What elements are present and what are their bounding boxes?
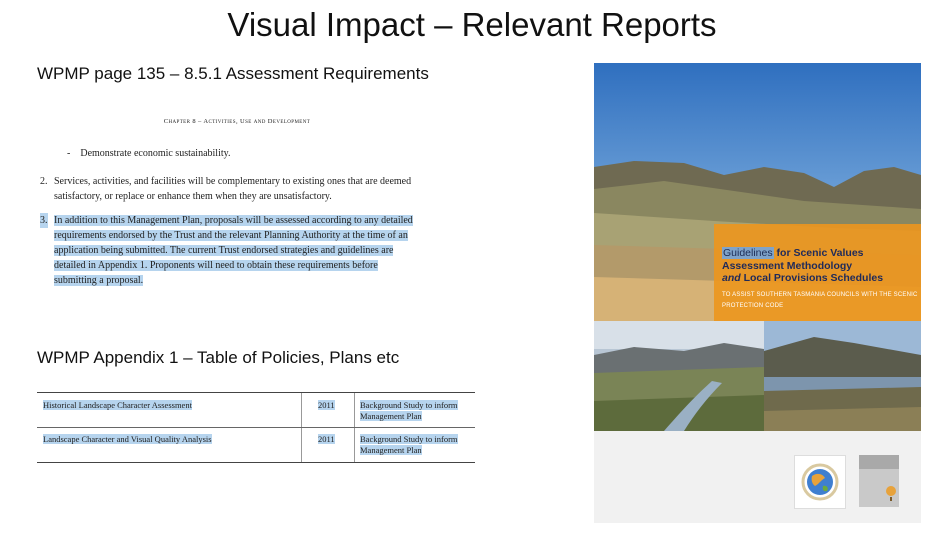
column-separator xyxy=(301,393,302,463)
item-text-wrapper: In addition to this Management Plan, pro… xyxy=(54,213,416,288)
item-number: 2. xyxy=(40,176,48,187)
section-heading-assessment-requirements: WPMP page 135 – 8.5.1 Assessment Require… xyxy=(37,64,429,83)
cover-title: Guidelines for Scenic Values Assessment … xyxy=(722,247,918,285)
column-separator xyxy=(354,393,355,463)
policy-year: 2011 xyxy=(318,434,335,444)
cover-title-and: and xyxy=(722,272,741,284)
bullet-text: Demonstrate economic sustainability. xyxy=(80,148,231,159)
cover-subtitle: TO ASSIST SOUTHERN TASMANIA COUNCILS WIT… xyxy=(722,292,918,309)
document-excerpt: Chapter 8 – Activities, Use and Developm… xyxy=(37,112,437,292)
guidelines-report-cover: Guidelines for Scenic Values Assessment … xyxy=(594,63,921,523)
cover-title-part: for Scenic Values xyxy=(773,247,864,259)
cover-title-part: Local Provisions Schedules xyxy=(740,272,884,284)
lake-photo xyxy=(764,321,921,431)
policy-name: Historical Landscape Character Assessmen… xyxy=(43,400,192,410)
item-number: 3. xyxy=(40,213,48,228)
town-river-photo xyxy=(594,321,764,431)
table-row-rule xyxy=(37,427,475,428)
policy-purpose: Background Study to inform Management Pl… xyxy=(360,400,458,421)
policies-table: Historical Landscape Character Assessmen… xyxy=(37,392,475,464)
world-view-logo xyxy=(794,455,846,509)
bullet-dash: - xyxy=(67,148,71,159)
slide-title: Visual Impact – Relevant Reports xyxy=(227,6,717,43)
policy-name: Landscape Character and Visual Quality A… xyxy=(43,434,212,444)
item-text: Services, activities, and facilities wil… xyxy=(54,176,412,202)
highlighted-text: In addition to this Management Plan, pro… xyxy=(54,215,413,286)
cover-title-line2: Assessment Methodology xyxy=(722,259,853,272)
table-bottom-rule xyxy=(37,462,475,463)
globe-icon xyxy=(801,463,839,501)
chapter-header: Chapter 8 – Activities, Use and Developm… xyxy=(163,118,311,125)
policy-purpose: Background Study to inform Management Pl… xyxy=(360,434,458,455)
section-heading-appendix-table: WPMP Appendix 1 – Table of Policies, Pla… xyxy=(37,348,400,367)
cover-title-highlight: Guidelines xyxy=(722,247,774,259)
report-thumbnail xyxy=(859,455,899,507)
hot-air-balloon-icon xyxy=(859,455,899,501)
policy-year: 2011 xyxy=(318,400,335,410)
table-top-rule xyxy=(37,392,475,393)
bullet-item: - Demonstrate economic sustainability. xyxy=(67,148,231,159)
